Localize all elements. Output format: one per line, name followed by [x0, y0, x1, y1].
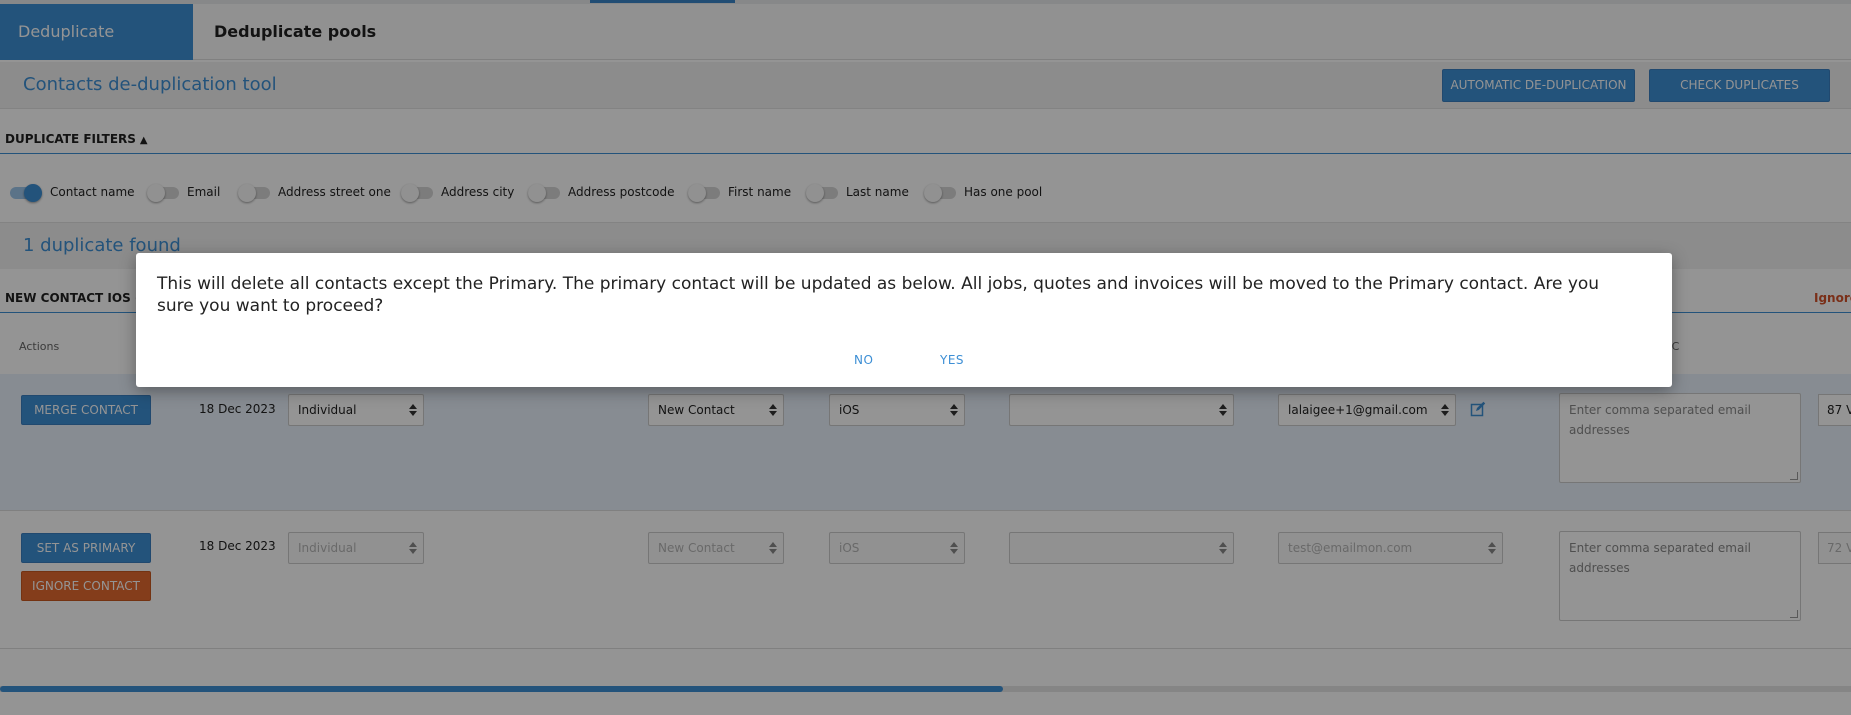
confirm-dialog: This will delete all contacts except the…	[136, 253, 1672, 387]
dialog-message: This will delete all contacts except the…	[157, 274, 1600, 316]
no-button[interactable]: NO	[854, 353, 873, 367]
yes-button[interactable]: YES	[940, 353, 964, 367]
